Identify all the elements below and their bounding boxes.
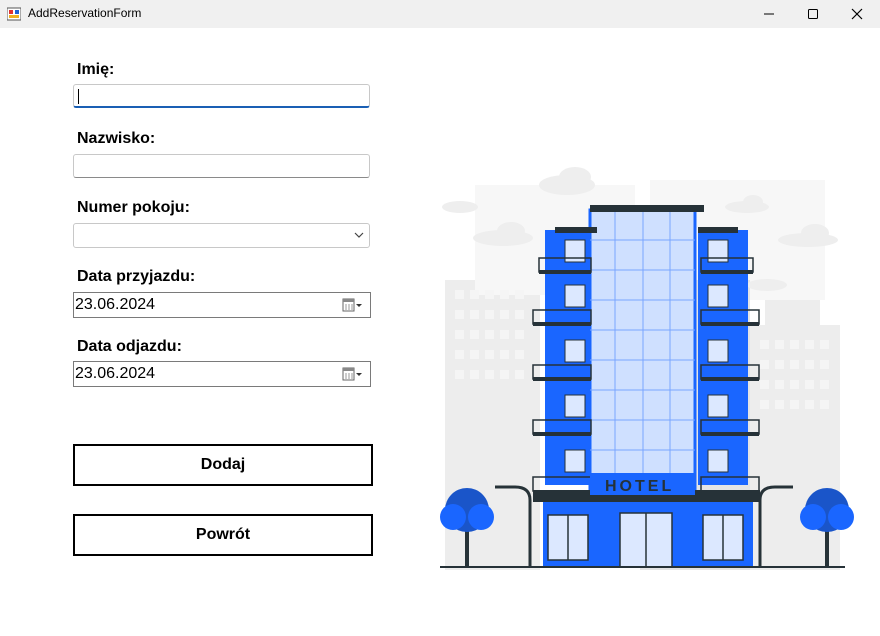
- close-button[interactable]: [834, 0, 880, 28]
- hotel-sign-text: HOTEL: [605, 478, 674, 495]
- first-name-label: Imię:: [77, 61, 115, 78]
- last-name-input[interactable]: [73, 154, 370, 178]
- departure-date-picker[interactable]: 23.06.2024: [73, 361, 371, 387]
- window-title: AddReservationForm: [28, 6, 142, 20]
- title-bar: AddReservationForm: [0, 0, 880, 28]
- close-icon: [851, 8, 863, 20]
- departure-date-label: Data odjazdu:: [77, 338, 182, 355]
- last-name-label: Nazwisko:: [77, 130, 156, 147]
- hotel-illustration: HOTEL: [440, 167, 854, 570]
- first-name-input[interactable]: [73, 84, 370, 108]
- minimize-icon: [764, 13, 774, 15]
- maximize-button[interactable]: [790, 0, 836, 28]
- chevron-down-icon: [354, 232, 364, 238]
- arrival-date-label: Data przyjazdu:: [77, 268, 196, 285]
- room-number-label: Numer pokoju:: [77, 199, 190, 216]
- calendar-dropdown-icon[interactable]: [342, 367, 364, 381]
- minimize-button[interactable]: [746, 0, 792, 28]
- back-button[interactable]: Powrót: [73, 514, 373, 556]
- arrival-date-picker[interactable]: 23.06.2024: [73, 292, 371, 318]
- app-icon: [7, 7, 21, 21]
- arrival-date-value: 23.06.2024: [75, 296, 156, 313]
- text-caret: [78, 89, 79, 104]
- calendar-dropdown-icon[interactable]: [342, 298, 364, 312]
- room-number-select[interactable]: [73, 223, 370, 248]
- maximize-icon: [808, 9, 818, 19]
- departure-date-value: 23.06.2024: [75, 365, 156, 382]
- add-button[interactable]: Dodaj: [73, 444, 373, 486]
